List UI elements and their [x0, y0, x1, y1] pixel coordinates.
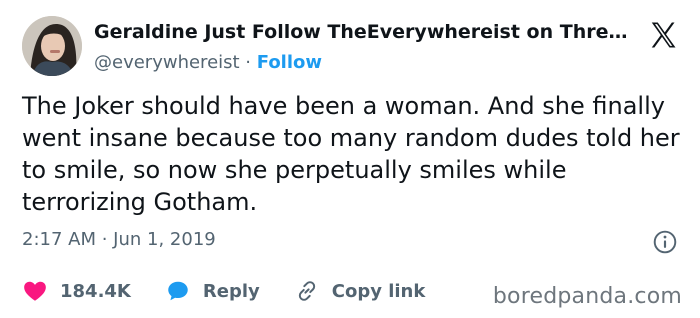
like-count: 184.4K [60, 280, 131, 302]
info-icon[interactable] [652, 229, 678, 255]
tweet-time: 2:17 AM [22, 229, 96, 250]
link-icon [298, 281, 315, 301]
author-handle[interactable]: @everywhereist [94, 52, 240, 73]
heart-icon [24, 281, 46, 301]
x-logo-icon[interactable] [648, 20, 678, 50]
author-handle-row: @everywhereist · Follow [94, 50, 634, 76]
watermark: boredpanda.com [492, 284, 682, 309]
handle-separator: · [239, 52, 257, 73]
speech-bubble-icon [168, 281, 188, 301]
avatar[interactable] [22, 16, 82, 76]
reply-button[interactable]: Reply [165, 278, 260, 304]
avatar-image [22, 16, 82, 76]
reply-label: Reply [202, 280, 260, 302]
like-button[interactable]: 184.4K [22, 278, 131, 304]
tweet-timestamp[interactable]: 2:17 AM · Jun 1, 2019 [22, 227, 216, 253]
tweet-actions: 184.4K Reply Copy link [22, 276, 459, 306]
tweet-text: The Joker should have been a woman. And … [22, 92, 680, 216]
follow-button[interactable]: Follow [257, 52, 322, 73]
copy-link-label: Copy link [331, 280, 426, 302]
tweet-header: Geraldine Just Follow TheEverywhereist o… [22, 16, 678, 78]
author-display-name[interactable]: Geraldine Just Follow TheEverywhereist o… [94, 20, 634, 44]
meta-separator: · [96, 229, 114, 250]
copy-link-button[interactable]: Copy link [294, 278, 426, 304]
tweet-date: Jun 1, 2019 [113, 229, 216, 250]
